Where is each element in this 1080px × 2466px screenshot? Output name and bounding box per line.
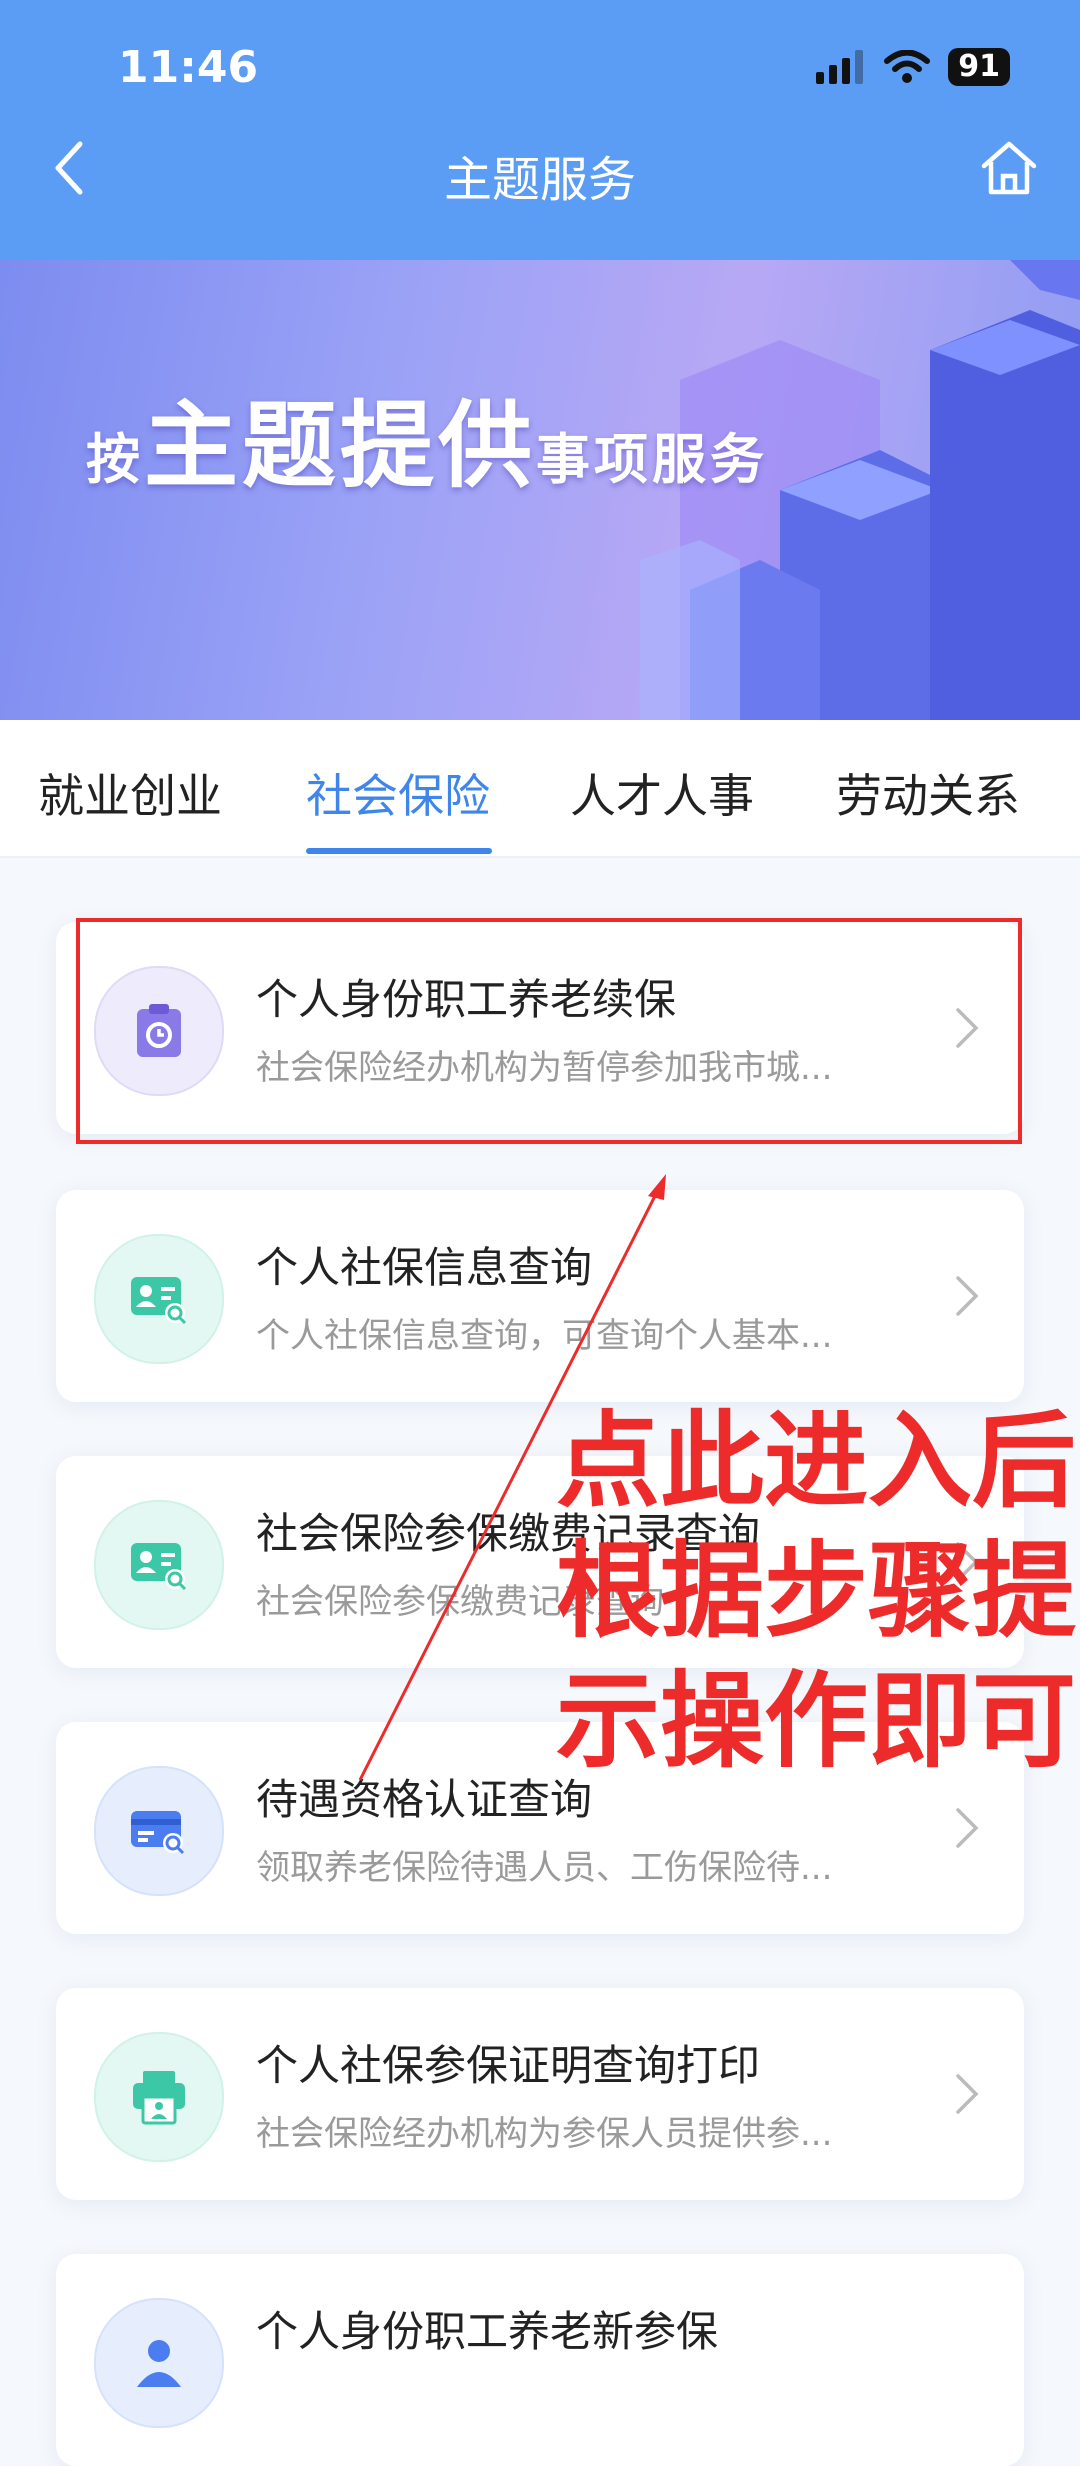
page-title: 主题服务 [443,152,636,208]
annotation-line: 点此进入后 [556,1400,1077,1522]
chevron-right-icon [956,1808,979,1848]
status-icons: 91 [816,48,1010,86]
highlight-box [76,918,1022,1144]
annotation-line: 根据步骤提 [556,1530,1077,1652]
category-tabs: 就业创业 社会保险 人才人事 劳动关系 [0,720,1080,858]
status-time: 11:46 [118,42,259,93]
chevron-right-icon [956,2074,979,2114]
wifi-icon [884,50,931,83]
service-desc: 个人社保信息查询，可查询个人基本... [256,1316,833,1356]
tab-employment[interactable]: 就业创业 [38,760,222,826]
tab-labor-relations[interactable]: 劳动关系 [836,760,1020,826]
service-desc: 领取养老保险待遇人员、工伤保险待... [256,1848,833,1888]
banner[interactable]: 按主题提供事项服务 [0,260,1080,720]
printer-icon [94,2032,224,2162]
id-card-search-icon [94,1500,224,1630]
chevron-right-icon [956,1276,979,1316]
signal-icon [816,50,864,84]
battery-indicator: 91 [948,48,1010,86]
banner-text-1: 按 [86,428,144,491]
service-desc: 社会保险经办机构为参保人员提供参... [256,2114,833,2154]
app-header: 11:46 91 主题服务 [0,0,1080,260]
annotation-text: 点此进入后 根据步骤提 示操作即可 [556,1396,1076,1786]
annotation-line: 示操作即可 [556,1660,1077,1782]
tab-social-insurance[interactable]: 社会保险 [306,760,490,826]
person-icon [94,2298,224,2428]
banner-slogan: 按主题提供事项服务 [86,370,768,506]
banner-text-2: 主题提供 [144,392,537,501]
service-card[interactable]: 个人社保参保证明查询打印 社会保险经办机构为参保人员提供参... [56,1988,1024,2200]
tab-talent-personnel[interactable]: 人才人事 [570,760,754,826]
service-title: 个人身份职工养老新参保 [256,2307,719,2356]
home-icon[interactable] [978,138,1040,198]
service-title: 个人社保信息查询 [256,1243,593,1292]
card-search-icon [94,1766,224,1896]
service-title: 待遇资格认证查询 [256,1775,593,1824]
service-card[interactable]: 个人身份职工养老新参保 [56,2254,1024,2466]
service-card[interactable]: 个人社保信息查询 个人社保信息查询，可查询个人基本... [56,1190,1024,1402]
service-title: 个人社保参保证明查询打印 [256,2041,761,2090]
id-card-search-icon [94,1234,224,1364]
active-tab-indicator [306,848,492,854]
banner-text-3: 事项服务 [536,428,769,491]
